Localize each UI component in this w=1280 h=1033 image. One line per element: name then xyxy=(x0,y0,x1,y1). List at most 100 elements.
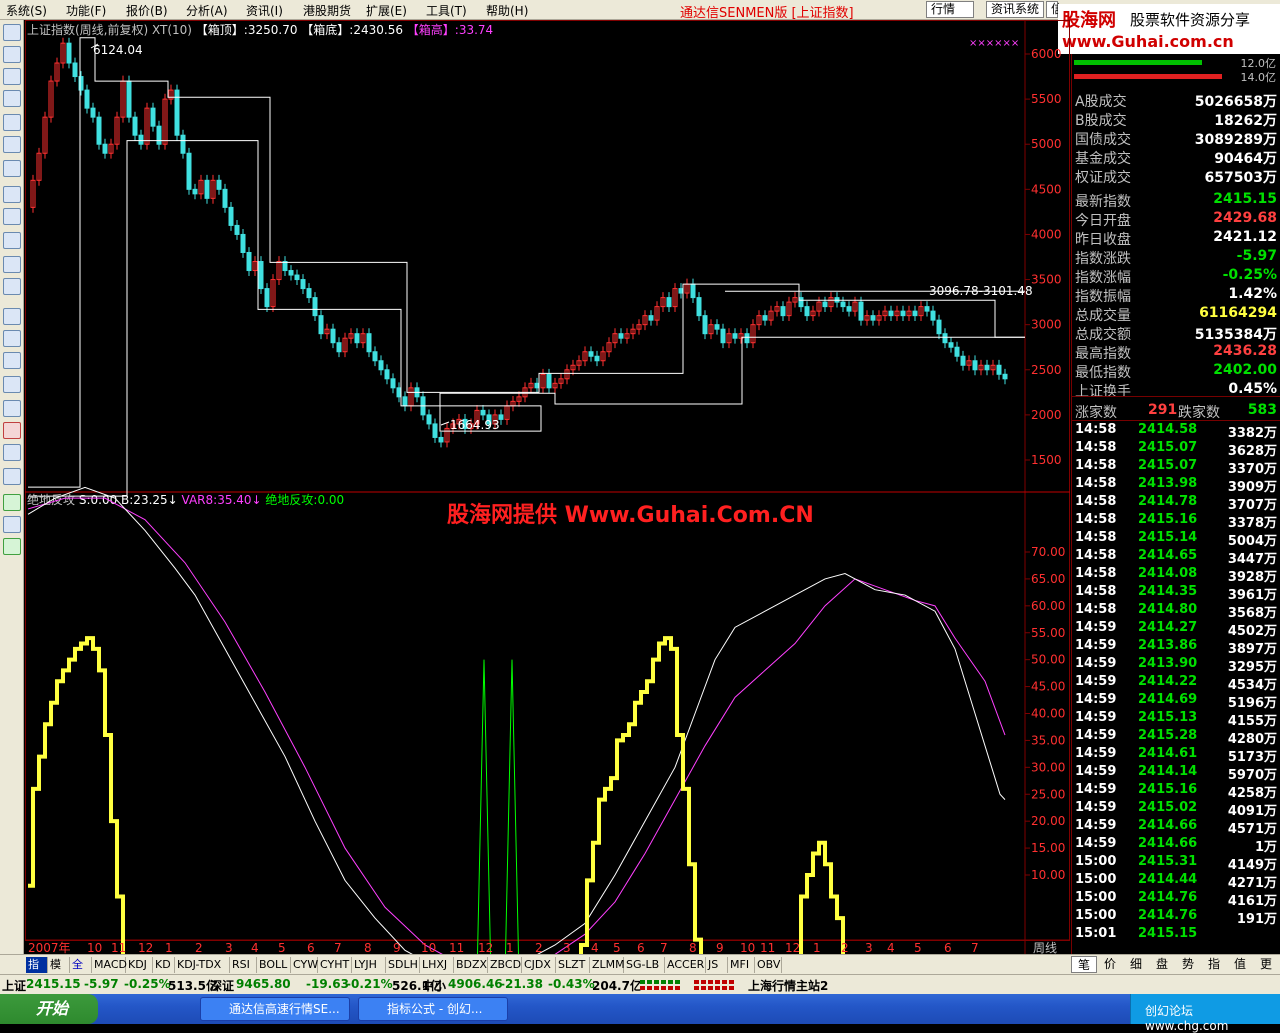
tab-lhxj[interactable]: LHXJ xyxy=(420,957,454,973)
sub-ytick-label: 35.00 xyxy=(1031,733,1065,747)
tab-obv[interactable]: OBV xyxy=(755,957,782,973)
candle xyxy=(198,174,204,200)
candle xyxy=(114,111,120,150)
task-tdx[interactable]: 通达信高速行情SE... xyxy=(200,997,350,1021)
tab-cjdx[interactable]: CJDX xyxy=(522,957,556,973)
left-tool-icon-10[interactable] xyxy=(3,256,21,273)
left-tool-icon-19[interactable] xyxy=(3,468,21,485)
tab-kdj-tdx[interactable]: KDJ-TDX xyxy=(175,957,230,973)
candle xyxy=(168,84,174,105)
task-formula[interactable]: 指标公式 - 创幻... xyxy=(358,997,508,1021)
menu-8[interactable]: 帮助(H) xyxy=(486,2,528,19)
quote-key: B股成交 xyxy=(1075,113,1127,129)
right-tab-3[interactable]: 盘 xyxy=(1149,956,1175,973)
recent-range-label: 3096.78-3101.48 xyxy=(929,284,1033,298)
left-tool-icon-18[interactable] xyxy=(3,444,21,461)
menu-1[interactable]: 功能(F) xyxy=(66,2,106,19)
left-tool-icon-5[interactable] xyxy=(3,136,21,153)
menu-2[interactable]: 报价(B) xyxy=(126,2,168,19)
tab-zbcd[interactable]: ZBCD xyxy=(488,957,522,973)
left-tool-icon-6[interactable] xyxy=(3,160,21,177)
left-tool-icon-21[interactable] xyxy=(3,516,21,533)
tick-time: 14:59 xyxy=(1075,800,1117,815)
status-item-1: 2415.15 xyxy=(26,977,81,991)
chart-frame xyxy=(25,20,1070,941)
tab-macd[interactable]: MACD xyxy=(92,957,127,973)
tick-time: 14:58 xyxy=(1075,548,1117,563)
right-tab-0[interactable]: 笔 xyxy=(1071,956,1097,973)
tab-sg-lb[interactable]: SG-LB xyxy=(624,957,665,973)
tab-cyw[interactable]: CYW xyxy=(291,957,318,973)
tab-lyjh[interactable]: LYJH xyxy=(352,957,386,973)
left-tool-icon-14[interactable] xyxy=(3,352,21,369)
left-tool-icon-13[interactable] xyxy=(3,330,21,347)
menu-7[interactable]: 工具(T) xyxy=(426,2,467,19)
candle xyxy=(60,37,66,69)
candle xyxy=(864,310,870,326)
time-label: 3 xyxy=(865,941,873,954)
tab-kdj[interactable]: KDJ xyxy=(126,957,153,973)
left-tool-icon-1[interactable] xyxy=(3,46,21,63)
logo-slogan: 股票软件资源分享 xyxy=(1130,11,1251,29)
right-tab-5[interactable]: 指 xyxy=(1201,956,1227,973)
left-tool-icon-12[interactable] xyxy=(3,308,21,325)
candle xyxy=(954,341,960,362)
left-tool-icon-16[interactable] xyxy=(3,400,21,417)
status-item-7: -19.63 xyxy=(306,977,349,991)
candle xyxy=(936,314,942,340)
sub-ytick-label: 30.00 xyxy=(1031,760,1065,774)
time-label: 12 xyxy=(138,941,153,954)
candle xyxy=(84,84,90,114)
left-tool-icon-22[interactable] xyxy=(3,538,21,555)
right-tab-6[interactable]: 值 xyxy=(1227,956,1253,973)
tab-slzt[interactable]: SLZT xyxy=(556,957,590,973)
menu-3[interactable]: 分析(A) xyxy=(186,2,228,19)
tab-模板[interactable]: 模板 xyxy=(48,957,70,987)
toolbar-button-1[interactable]: 资讯系统 xyxy=(986,1,1044,18)
tab-全部[interactable]: 全部 xyxy=(70,957,92,987)
candle xyxy=(396,382,402,403)
menu-5[interactable]: 港股期货 xyxy=(303,2,351,19)
menu-0[interactable]: 系统(S) xyxy=(6,2,47,19)
left-tool-icon-0[interactable] xyxy=(3,24,21,41)
toolbar-button-0[interactable]: 行情 xyxy=(926,1,974,18)
tab-accer[interactable]: ACCER xyxy=(665,957,706,973)
menu-4[interactable]: 资讯(I) xyxy=(246,2,283,19)
right-tab-1[interactable]: 价 xyxy=(1097,956,1123,973)
toolbar-button-2[interactable]: 信 xyxy=(1046,1,1063,18)
tick-price: 2414.76 xyxy=(1138,908,1198,923)
tab-mfi[interactable]: MFI xyxy=(728,957,755,973)
chart-area[interactable]: 6000 5500 5000 4500 4000 3500 3000 2500 2000 1500… xyxy=(25,20,1070,954)
tab-sdlh[interactable]: SDLH xyxy=(386,957,420,973)
right-tab-7[interactable]: 更 xyxy=(1253,956,1279,973)
tick-time: 15:00 xyxy=(1075,854,1117,869)
left-tool-icon-20[interactable] xyxy=(3,494,21,511)
tab-zlmm[interactable]: ZLMM xyxy=(590,957,625,973)
left-tool-icon-4[interactable] xyxy=(3,114,21,131)
tab-boll[interactable]: BOLL xyxy=(257,957,291,973)
tab-js[interactable]: JS xyxy=(706,957,728,973)
left-tool-icon-2[interactable] xyxy=(3,68,21,85)
left-tool-icon-11[interactable] xyxy=(3,278,21,295)
tab-指标[interactable]: 指标 xyxy=(26,957,48,987)
tab-rsi[interactable]: RSI xyxy=(230,957,257,973)
tab-cyht[interactable]: CYHT xyxy=(318,957,352,973)
main-ytick-label: 3500 xyxy=(1031,273,1062,287)
left-tool-icon-8[interactable] xyxy=(3,208,21,225)
left-tool-icon-15[interactable] xyxy=(3,376,21,393)
candle xyxy=(156,120,162,150)
tab-kd[interactable]: KD xyxy=(153,957,175,973)
candle xyxy=(720,323,726,349)
start-button[interactable]: 开始 xyxy=(0,994,98,1024)
tab-bdzx[interactable]: BDZX xyxy=(454,957,488,973)
menu-6[interactable]: 扩展(E) xyxy=(366,2,407,19)
candle xyxy=(660,292,666,313)
right-tab-2[interactable]: 细 xyxy=(1123,956,1149,973)
left-tool-icon-7[interactable] xyxy=(3,186,21,203)
left-tool-icon-9[interactable] xyxy=(3,232,21,249)
time-label: 1 xyxy=(813,941,821,954)
right-tab-4[interactable]: 势 xyxy=(1175,956,1201,973)
tick-row: 14:58 2414.78 3707万 xyxy=(1072,494,1280,513)
left-tool-icon-3[interactable] xyxy=(3,90,21,107)
left-tool-icon-17[interactable] xyxy=(3,422,21,439)
